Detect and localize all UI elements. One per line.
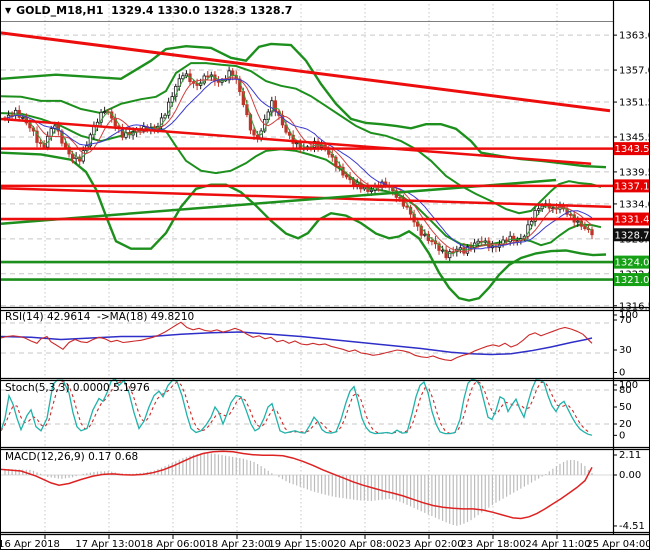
- rsi-scale-label: 0: [619, 368, 625, 379]
- time-axis-label: 23 Apr 02:00: [398, 539, 463, 550]
- price-badge-label: 1328.7: [615, 230, 650, 241]
- stoch-scale-label: 80: [619, 385, 632, 396]
- time-axis-label: 18 Apr 23:00: [205, 539, 270, 550]
- price-axis-label: 1357.0: [619, 66, 650, 77]
- candle-body: [369, 189, 374, 192]
- time-axis-label: 16 Apr 2018: [1, 539, 60, 550]
- candle-body: [536, 208, 541, 211]
- candle-body: [337, 165, 342, 168]
- macd-scale-label: -4.51: [619, 521, 645, 532]
- candle-body: [476, 240, 480, 244]
- rsi-scale-label: 30: [619, 345, 632, 356]
- macd-indicator-label: MACD(12,26,9) 0.17 0.68: [5, 451, 139, 463]
- candle-body: [252, 129, 256, 136]
- price-badge-label: 1321.0: [615, 275, 650, 286]
- price-badge-label: 1343.5: [615, 144, 650, 155]
- time-axis-label: 18 Apr 06:00: [140, 539, 205, 550]
- price-axis-label: 1345.5: [619, 132, 650, 143]
- candle-body: [216, 80, 221, 83]
- candle-body: [344, 174, 349, 178]
- price-badge-label: 1324.0: [615, 258, 650, 269]
- stoch-scale-label: 50: [619, 402, 632, 413]
- price-badge-label: 1337.1: [615, 181, 650, 192]
- stoch-indicator-label: Stoch(5,3,3) 0.0000 5.1976: [5, 382, 150, 394]
- candle-body: [102, 111, 107, 114]
- price-axis-label: 1334.0: [619, 199, 650, 210]
- stoch-scale-label: 0: [619, 430, 625, 441]
- candle-body: [448, 251, 452, 259]
- time-axis-label: 19 Apr 15:00: [268, 539, 333, 550]
- candle-body: [405, 205, 409, 208]
- price-axis-label: 1363.0: [619, 31, 650, 42]
- candle-body: [184, 73, 189, 77]
- candle-body: [21, 116, 25, 119]
- macd-scale-label: 2.11: [619, 450, 641, 461]
- symbol-dropdown-icon[interactable]: ▼: [5, 6, 11, 15]
- time-axis-label: 17 Apr 13:00: [75, 539, 140, 550]
- candle-body: [206, 75, 210, 78]
- chart-window: 1363.0 1357.0 1351.5 1345.5 1339.5 1334.0 1328…: [0, 0, 650, 550]
- candle-body: [469, 246, 473, 249]
- chart-title: GOLD_M18,H1 1329.4 1330.0 1328.3 1328.7: [16, 4, 293, 17]
- price-badge-label: 1331.4: [615, 215, 650, 226]
- candle-body: [181, 75, 185, 80]
- time-axis-label: 23 Apr 18:00: [460, 539, 525, 550]
- candle-body: [423, 233, 427, 236]
- candle-body: [440, 249, 445, 252]
- time-axis-label: 24 Apr 11:00: [525, 539, 590, 550]
- price-chart-canvas[interactable]: 1363.0 1357.0 1351.5 1345.5 1339.5 1334.0 1328…: [1, 1, 650, 550]
- rsi-scale-label: 70: [619, 315, 632, 326]
- macd-scale-label: 0.00: [619, 470, 641, 481]
- candle-body: [295, 142, 299, 145]
- candle-body: [63, 142, 68, 148]
- time-axis-label: 25 Apr 04:00: [586, 539, 650, 550]
- price-axis-label: 1339.5: [619, 167, 650, 178]
- rsi-indicator-label: RSI(14) 42.9614 ->MA(18) 49.8210: [5, 311, 195, 323]
- candle-body: [430, 240, 434, 242]
- stoch-scale-label: 20: [619, 419, 632, 430]
- chart-title-bar: ▼ GOLD_M18,H1 1329.4 1330.0 1328.3 1328.…: [5, 4, 292, 17]
- candle-body: [38, 142, 43, 144]
- price-axis-label: 1351.5: [619, 98, 650, 109]
- candle-body: [576, 220, 580, 223]
- time-axis-label: 20 Apr 08:00: [333, 539, 398, 550]
